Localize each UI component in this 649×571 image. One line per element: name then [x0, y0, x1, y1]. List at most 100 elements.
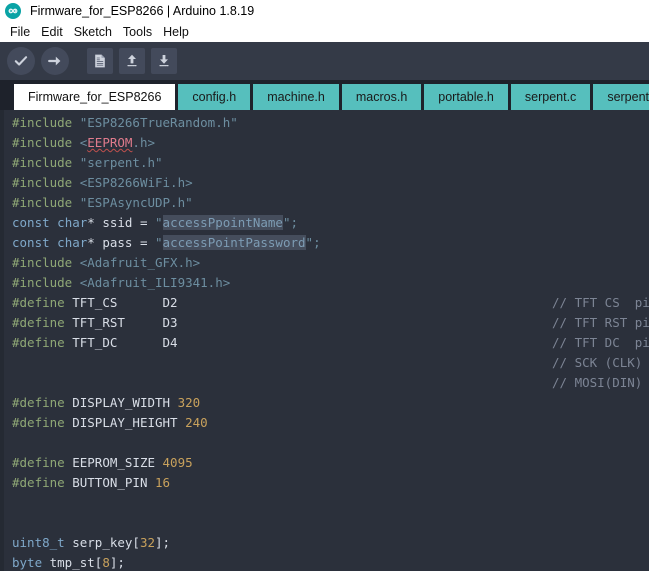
code-line[interactable]: #define TFT_CS D2 [4, 293, 649, 313]
code-token: <ESP8266WiFi.h> [79, 175, 193, 190]
new-button[interactable] [87, 48, 113, 74]
code-line[interactable]: #define TFT_DC D4 [4, 333, 649, 353]
code-line[interactable]: #define DISPLAY_HEIGHT 240 [4, 413, 649, 433]
code-area[interactable]: #include "ESP8266TrueRandom.h" #include <… [4, 110, 649, 571]
code-line[interactable]: #include <ESP8266WiFi.h> [4, 173, 649, 193]
code-token: ]; [155, 535, 171, 550]
code-token: TFT_CS D2 [72, 295, 178, 310]
tab-macros-h[interactable]: macros.h [341, 84, 422, 110]
arrow-down-icon [156, 53, 172, 69]
code-token: const [12, 235, 50, 250]
code-token: #include [12, 135, 80, 150]
tab-portable-h[interactable]: portable.h [424, 84, 508, 110]
menu-item-edit[interactable]: Edit [36, 22, 69, 42]
toolbar [0, 42, 649, 80]
code-token: "; [305, 235, 321, 250]
verify-button[interactable] [7, 47, 35, 75]
code-token: accessPointPassword [162, 235, 306, 250]
tab-firmware-for-esp8266[interactable]: Firmware_for_ESP8266 [14, 84, 176, 110]
menu-item-tools[interactable]: Tools [118, 22, 158, 42]
code-line[interactable]: #include <Adafruit_GFX.h> [4, 253, 649, 273]
code-token: #define [12, 395, 73, 410]
code-token: BUTTON_PIN [72, 475, 156, 490]
window-title: Firmware_for_ESP8266 | Arduino 1.8.19 [30, 4, 255, 18]
code-lines[interactable]: #include "ESP8266TrueRandom.h" #include <… [4, 113, 649, 571]
code-token: const [12, 215, 50, 230]
code-line[interactable]: #include <EEPROM.h> [4, 133, 649, 153]
code-token: char [57, 235, 88, 250]
code-line[interactable] [4, 433, 649, 453]
upload-button[interactable] [41, 47, 69, 75]
code-token: "; [282, 215, 299, 230]
code-token: char [57, 215, 88, 230]
code-line[interactable]: #include <Adafruit_ILI9341.h> [4, 273, 649, 293]
code-token: tmp_st[ [42, 555, 103, 570]
code-token: #define [12, 415, 73, 430]
code-token: TFT_RST D3 [72, 315, 178, 330]
code-token: EEPROM_SIZE [72, 455, 163, 470]
code-token: 8 [102, 555, 110, 570]
code-token: * ssid = [87, 215, 156, 230]
code-editor[interactable]: #include "ESP8266TrueRandom.h" #include <… [0, 110, 649, 571]
menu-item-file[interactable]: File [5, 22, 36, 42]
code-token: "ESPAsyncUDP.h" [79, 195, 193, 210]
code-token: TFT_DC D4 [72, 335, 178, 350]
code-token: byte [12, 555, 43, 570]
code-line[interactable]: #define TFT_RST D3 [4, 313, 649, 333]
code-token: uint8_t [12, 535, 65, 550]
code-line[interactable] [4, 373, 649, 393]
code-token: " [155, 215, 163, 230]
code-token: #include [12, 255, 80, 270]
code-line[interactable]: uint8_t serp_key[32]; [4, 533, 649, 553]
code-line[interactable]: #define BUTTON_PIN 16 [4, 473, 649, 493]
code-token: <Adafruit_ILI9341.h> [79, 275, 231, 290]
code-line[interactable]: #define EEPROM_SIZE 4095 [4, 453, 649, 473]
code-token: DISPLAY_WIDTH [72, 395, 178, 410]
code-token: 16 [155, 475, 171, 490]
open-button[interactable] [119, 48, 145, 74]
check-icon [13, 53, 29, 69]
code-line[interactable]: byte tmp_st[8]; [4, 553, 649, 571]
code-token: DISPLAY_HEIGHT [72, 415, 186, 430]
code-token: <Adafruit_GFX.h> [79, 255, 201, 270]
code-token: 32 [139, 535, 156, 550]
code-token: 320 [177, 395, 201, 410]
code-token: #define [12, 455, 73, 470]
code-token: serp_key[ [64, 535, 140, 550]
code-token: EEPROM [87, 135, 133, 150]
code-token: ]; [109, 555, 125, 570]
code-token: "serpent.h" [79, 155, 163, 170]
code-token: "ESP8266TrueRandom.h" [79, 115, 238, 130]
code-line[interactable]: #include "serpent.h" [4, 153, 649, 173]
code-line[interactable]: #define DISPLAY_WIDTH 320 [4, 393, 649, 413]
code-line[interactable] [4, 493, 649, 513]
save-button[interactable] [151, 48, 177, 74]
tab-serpent-c[interactable]: serpent.c [510, 84, 591, 110]
arrow-up-icon [124, 53, 140, 69]
menu-bar: File Edit Sketch Tools Help [0, 22, 649, 42]
code-line[interactable]: const char* pass = "accessPointPassword"… [4, 233, 649, 253]
code-line[interactable]: #include "ESPAsyncUDP.h" [4, 193, 649, 213]
code-token: #define [12, 295, 73, 310]
code-token: #include [12, 175, 80, 190]
tab-config-h[interactable]: config.h [178, 84, 251, 110]
code-token: 240 [185, 415, 208, 430]
code-token: #define [12, 315, 73, 330]
title-bar: Firmware_for_ESP8266 | Arduino 1.8.19 [0, 0, 649, 22]
code-line[interactable] [4, 513, 649, 533]
new-file-icon [92, 53, 108, 69]
code-line[interactable]: #include "ESP8266TrueRandom.h" [4, 113, 649, 133]
code-token: .h> [132, 135, 155, 150]
code-token: #include [12, 275, 80, 290]
code-line[interactable]: const char* ssid = "accessPpointName"; [4, 213, 649, 233]
arduino-ide-window: Firmware_for_ESP8266 | Arduino 1.8.19 Fi… [0, 0, 649, 571]
tab-serpent-h[interactable]: serpent.h [593, 84, 649, 110]
code-line[interactable] [4, 353, 649, 373]
tab-machine-h[interactable]: machine.h [253, 84, 339, 110]
code-token: #include [12, 115, 80, 130]
code-token: " [155, 235, 163, 250]
code-token: #define [12, 475, 73, 490]
menu-item-help[interactable]: Help [158, 22, 195, 42]
tab-strip: Firmware_for_ESP8266 config.h machine.h … [0, 80, 649, 110]
menu-item-sketch[interactable]: Sketch [69, 22, 118, 42]
